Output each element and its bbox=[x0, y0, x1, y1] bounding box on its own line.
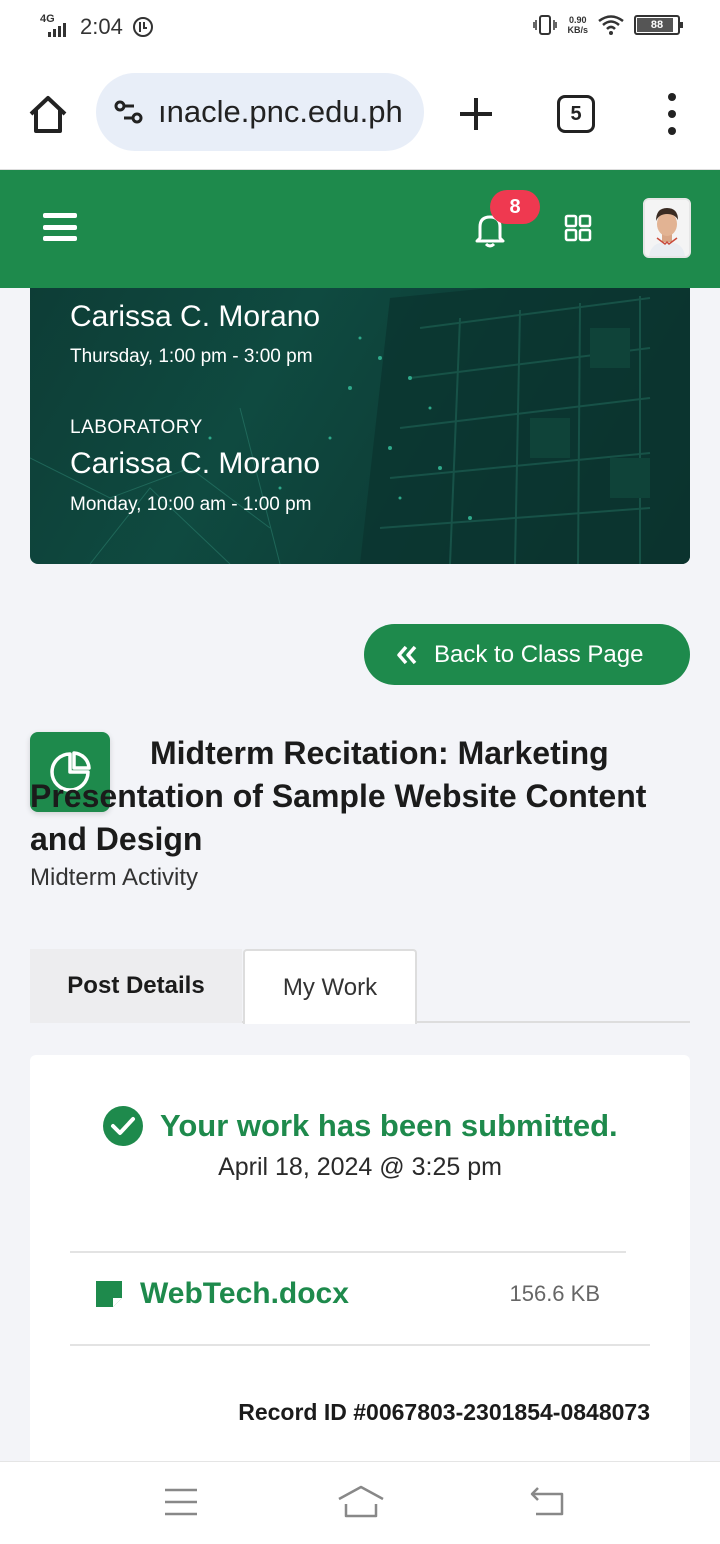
signal-icon: 4G bbox=[40, 13, 72, 39]
home-icon[interactable] bbox=[26, 92, 70, 136]
record-id: Record ID #0067803-2301854-0848073 bbox=[238, 1399, 650, 1425]
lab-instructor: Carissa C. Morano bbox=[70, 447, 321, 480]
submission-status-text: Your work has been submitted. bbox=[160, 1108, 618, 1143]
browser-toolbar: ınacle.pnc.edu.ph 5 bbox=[0, 58, 720, 170]
notification-count-badge[interactable]: 8 bbox=[490, 190, 540, 224]
clock: 2:04 bbox=[80, 14, 123, 39]
tab-count: 5 bbox=[570, 102, 582, 125]
avatar-image bbox=[645, 200, 689, 256]
document-file-icon bbox=[96, 1281, 123, 1308]
recent-apps-icon[interactable] bbox=[163, 1484, 199, 1520]
post-title: Midterm Recitation: Marketing Presentati… bbox=[30, 735, 647, 857]
system-home-icon[interactable] bbox=[336, 1484, 386, 1520]
status-left: 4G 2:04 bbox=[40, 13, 155, 40]
submission-status: Your work has been submitted. bbox=[102, 1105, 618, 1147]
lecture-schedule: Thursday, 1:00 pm - 3:00 pm bbox=[70, 346, 313, 367]
app-notification-icon bbox=[132, 17, 153, 37]
attachment-row[interactable]: WebTech.docx 156.6 KB bbox=[94, 1277, 600, 1311]
lecture-instructor: Carissa C. Morano bbox=[70, 300, 321, 333]
app-header: 8 bbox=[0, 170, 720, 288]
double-chevron-left-icon bbox=[397, 645, 417, 664]
divider bbox=[70, 1251, 626, 1253]
speed-unit: KB/s bbox=[567, 25, 588, 35]
vibrate-icon bbox=[533, 15, 558, 35]
attachment-file-name[interactable]: WebTech.docx bbox=[140, 1277, 349, 1311]
submission-date: April 18, 2024 @ 3:25 pm bbox=[218, 1153, 502, 1181]
system-back-icon[interactable] bbox=[528, 1484, 568, 1520]
system-navigation-bar bbox=[0, 1461, 720, 1544]
post-tabs: Post Details My Work bbox=[30, 949, 690, 1024]
attachment-file-size: 156.6 KB bbox=[509, 1281, 600, 1306]
speed-value: 0.90 bbox=[568, 15, 587, 25]
tab-my-work[interactable]: My Work bbox=[243, 949, 417, 1024]
back-to-class-button[interactable]: Back to Class Page bbox=[364, 624, 690, 685]
url-bar[interactable]: ınacle.pnc.edu.ph bbox=[96, 73, 424, 151]
lab-schedule: Monday, 10:00 am - 1:00 pm bbox=[70, 494, 312, 515]
lab-label: LABORATORY bbox=[70, 417, 203, 438]
post-subtitle: Midterm Activity bbox=[30, 864, 199, 891]
class-schedule-banner: Carissa C. Morano Thursday, 1:00 pm - 3:… bbox=[30, 288, 690, 564]
network-speed: 0.90 KB/s bbox=[567, 15, 588, 35]
status-bar: 4G 2:04 0.90 KB/s 88 bbox=[0, 0, 720, 58]
new-tab-icon[interactable] bbox=[454, 92, 498, 136]
tab-post-details[interactable]: Post Details bbox=[30, 949, 242, 1023]
user-avatar[interactable] bbox=[643, 198, 691, 258]
battery-level: 88 bbox=[650, 19, 664, 31]
site-settings-icon[interactable] bbox=[114, 99, 144, 125]
wifi-icon bbox=[598, 15, 624, 35]
browser-menu-icon[interactable] bbox=[664, 93, 680, 135]
status-right: 0.90 KB/s 88 bbox=[533, 14, 683, 36]
url-text[interactable]: ınacle.pnc.edu.ph bbox=[158, 94, 403, 130]
submission-card: Your work has been submitted. April 18, … bbox=[30, 1055, 690, 1475]
battery-icon: 88 bbox=[634, 15, 683, 35]
tab-switcher-button[interactable]: 5 bbox=[557, 95, 595, 133]
hamburger-menu-icon[interactable] bbox=[43, 213, 77, 241]
check-circle-icon bbox=[103, 1106, 143, 1146]
divider bbox=[70, 1344, 650, 1346]
back-button-label: Back to Class Page bbox=[434, 640, 644, 668]
apps-grid-icon[interactable] bbox=[564, 214, 592, 242]
